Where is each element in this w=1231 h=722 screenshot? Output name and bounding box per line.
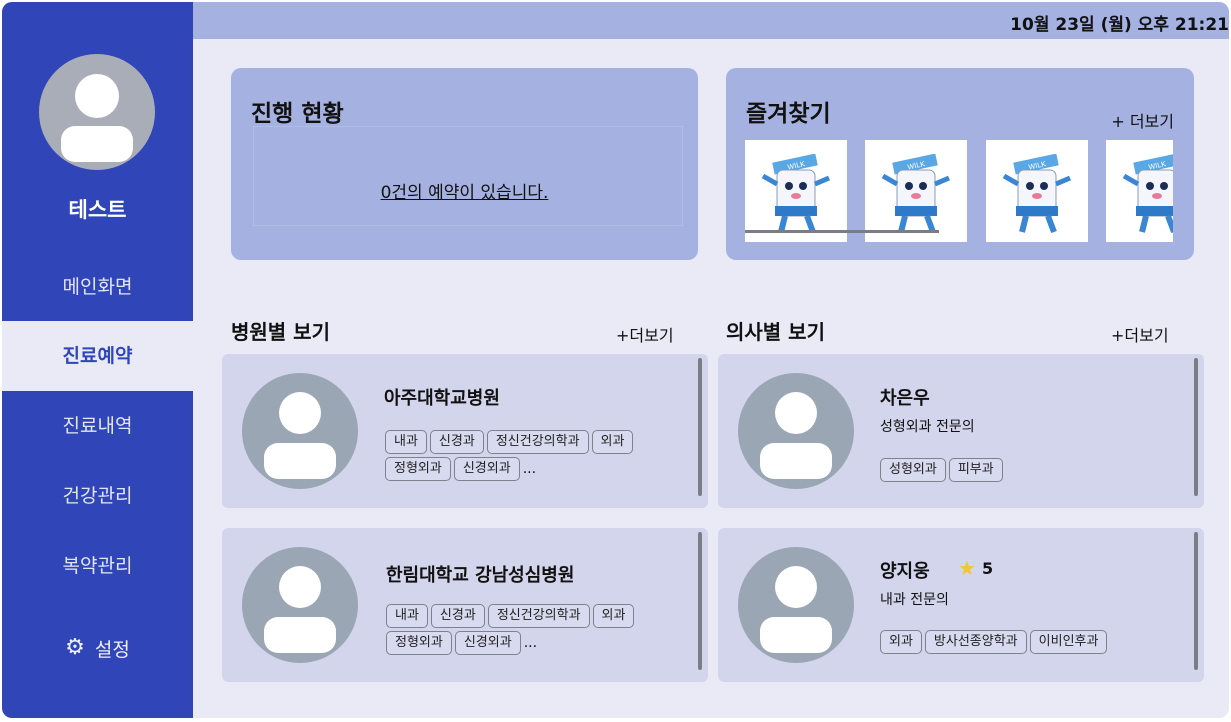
doctor-tags: 외과 방사선종양학과 이비인후과 bbox=[880, 630, 1180, 654]
hospital-avatar bbox=[242, 547, 358, 663]
department-tag: 성형외과 bbox=[880, 458, 946, 482]
department-tag: 피부과 bbox=[948, 458, 1003, 482]
hospital-card[interactable]: 한림대학교 강남성심병원 내과 신경과 정신건강의학과 외과 정형외과 신경외과… bbox=[222, 528, 708, 682]
hospitals-section-title: 병원별 보기 bbox=[231, 320, 330, 344]
hospital-name: 아주대학교병원 bbox=[384, 388, 500, 409]
avatar-head bbox=[279, 566, 321, 608]
mascot-icon: WILK bbox=[1002, 154, 1071, 234]
doctor-avatar bbox=[738, 547, 854, 663]
card-scrollbar[interactable] bbox=[698, 358, 702, 496]
gear-icon: ⚙ bbox=[65, 635, 85, 660]
nav-item-main[interactable]: 메인화면 bbox=[2, 252, 193, 322]
card-scrollbar[interactable] bbox=[1194, 532, 1198, 670]
hospital-tags: 내과 신경과 정신건강의학과 외과 정형외과 신경외과 ... bbox=[386, 604, 686, 655]
favorite-thumbnail[interactable]: WILK bbox=[1106, 140, 1173, 242]
department-tag: 외과 bbox=[880, 630, 922, 654]
favorite-thumbnail[interactable]: WILK bbox=[865, 140, 967, 242]
nav-item-settings[interactable]: ⚙ 설정 bbox=[2, 628, 193, 668]
avatar-body bbox=[760, 443, 832, 479]
clock: 10월 23일 (월) 오후 21:21 bbox=[1010, 15, 1229, 35]
department-tag: 정형외과 bbox=[385, 457, 451, 481]
favorites-title: 즐겨찾기 bbox=[746, 101, 831, 127]
nav-item-reservation[interactable]: 진료예약 bbox=[2, 321, 193, 391]
avatar-head bbox=[75, 74, 119, 118]
department-tag: 신경외과 bbox=[453, 457, 520, 481]
hospital-name: 한림대학교 강남성심병원 bbox=[386, 565, 575, 586]
doctors-section-title: 의사별 보기 bbox=[726, 320, 825, 344]
avatar-body bbox=[264, 443, 336, 479]
doctor-avatar bbox=[738, 373, 854, 489]
department-tag: 내과 bbox=[386, 604, 428, 628]
more-tags-ellipsis: ... bbox=[523, 635, 538, 651]
hospital-avatar bbox=[242, 373, 358, 489]
nav-item-medication[interactable]: 복약관리 bbox=[2, 531, 193, 601]
department-tag: 정형외과 bbox=[386, 631, 452, 655]
doctors-more-link[interactable]: +더보기 bbox=[1111, 322, 1169, 346]
department-tag: 내과 bbox=[385, 430, 427, 454]
favorites-more-link[interactable]: + 더보기 bbox=[1111, 108, 1174, 132]
user-avatar[interactable] bbox=[39, 54, 155, 170]
avatar-head bbox=[775, 566, 817, 608]
mascot-icon: WILK bbox=[761, 154, 830, 234]
rating-value: 5 bbox=[981, 558, 994, 578]
more-tags-ellipsis: ... bbox=[522, 461, 537, 477]
doctor-name: 차은우 bbox=[880, 388, 930, 409]
user-name: 테스트 bbox=[68, 198, 127, 222]
sidebar: 테스트 메인화면 진료예약 진료내역 건강관리 복약관리 ⚙ 설정 bbox=[2, 2, 193, 718]
favorite-thumbnail[interactable]: WILK bbox=[745, 140, 847, 242]
department-tag: 정신건강의학과 bbox=[486, 430, 589, 454]
progress-frame bbox=[253, 126, 683, 226]
reservation-count-link[interactable]: 0건의 예약이 있습니다. bbox=[231, 178, 698, 203]
department-tag: 외과 bbox=[591, 430, 634, 454]
department-tag: 정신건강의학과 bbox=[487, 604, 590, 628]
nav-item-health[interactable]: 건강관리 bbox=[2, 461, 193, 531]
avatar-head bbox=[279, 392, 321, 434]
star-icon: ★ bbox=[958, 556, 976, 580]
hospital-card[interactable]: 아주대학교병원 내과 신경과 정신건강의학과 외과 정형외과 신경외과 ... bbox=[222, 354, 708, 508]
department-tag: 신경과 bbox=[430, 604, 485, 628]
doctor-name: 양지웅 bbox=[880, 561, 930, 582]
doctor-card[interactable]: 차은우 성형외과 전문의 성형외과 피부과 bbox=[718, 354, 1204, 508]
doctor-rating: ★ 5 bbox=[958, 556, 993, 580]
card-scrollbar[interactable] bbox=[1194, 358, 1198, 496]
carousel-scrollbar[interactable] bbox=[745, 230, 939, 233]
department-tag: 외과 bbox=[592, 604, 635, 628]
top-bar: 10월 23일 (월) 오후 21:21 bbox=[193, 2, 1229, 39]
avatar-body bbox=[61, 126, 133, 162]
avatar-head bbox=[775, 392, 817, 434]
mascot-icon: WILK bbox=[1122, 154, 1173, 234]
progress-title: 진행 현황 bbox=[251, 101, 344, 127]
avatar-body bbox=[760, 617, 832, 653]
app-window: 테스트 메인화면 진료예약 진료내역 건강관리 복약관리 ⚙ 설정 10월 23… bbox=[2, 2, 1229, 718]
avatar-body bbox=[264, 617, 336, 653]
nav-item-history[interactable]: 진료내역 bbox=[2, 391, 193, 461]
doctor-specialty: 내과 전문의 bbox=[880, 592, 949, 608]
hospitals-more-link[interactable]: +더보기 bbox=[616, 322, 674, 346]
department-tag: 신경과 bbox=[429, 430, 484, 454]
settings-label: 설정 bbox=[94, 638, 130, 661]
favorites-carousel[interactable]: WILK WILK WILK WILK bbox=[745, 140, 1173, 242]
department-tag: 신경외과 bbox=[454, 631, 521, 655]
doctor-tags: 성형외과 피부과 bbox=[880, 458, 1180, 482]
hospital-tags: 내과 신경과 정신건강의학과 외과 정형외과 신경외과 ... bbox=[385, 430, 685, 481]
mascot-icon: WILK bbox=[881, 154, 950, 234]
doctor-card[interactable]: 양지웅 ★ 5 내과 전문의 외과 방사선종양학과 이비인후과 bbox=[718, 528, 1204, 682]
card-scrollbar[interactable] bbox=[698, 532, 702, 670]
department-tag: 방사선종양학과 bbox=[924, 630, 1027, 654]
progress-panel: 진행 현황 0건의 예약이 있습니다. bbox=[231, 68, 698, 260]
doctor-specialty: 성형외과 전문의 bbox=[880, 419, 975, 435]
favorite-thumbnail[interactable]: WILK bbox=[986, 140, 1088, 242]
favorites-panel: 즐겨찾기 + 더보기 WILK WILK WILK WILK bbox=[726, 68, 1194, 260]
department-tag: 이비인후과 bbox=[1029, 630, 1108, 654]
